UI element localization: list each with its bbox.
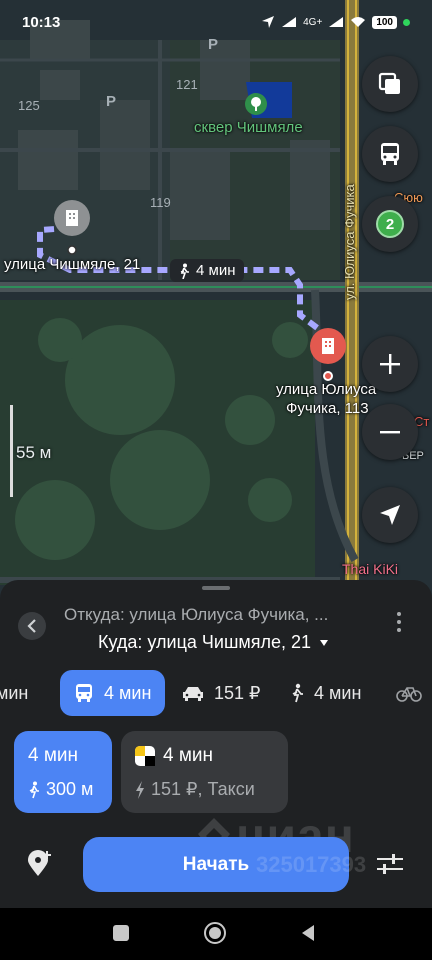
privacy-indicator	[403, 18, 410, 26]
taxi-time: 4 мин	[163, 745, 214, 766]
more-options-button[interactable]	[396, 612, 402, 632]
bike-icon	[396, 687, 422, 702]
walk-distance: 300 м	[46, 779, 94, 799]
status-bar: 10:13 4G+ 100	[0, 0, 432, 44]
building-number: 121	[176, 77, 198, 92]
wifi-icon	[351, 17, 366, 27]
route-time: 4 мин	[28, 745, 79, 766]
parking-label: P	[106, 93, 117, 110]
building-number: 125	[18, 98, 40, 113]
back-icon[interactable]	[298, 923, 318, 943]
signal-icon	[282, 17, 297, 27]
network-type: 4G+	[303, 16, 323, 28]
taxi-icon	[183, 687, 203, 701]
zoom-in-button[interactable]	[362, 336, 418, 392]
route-from[interactable]: Откуда: улица Юлиуса Фучика, ...	[64, 605, 328, 625]
sliders-icon	[377, 854, 403, 874]
location-arrow-icon	[262, 16, 275, 28]
tab-walk[interactable]: 4 мин	[290, 670, 361, 716]
route-option-transit[interactable]: 4 мин 300 м	[14, 731, 112, 813]
tab-label: 151 ₽	[214, 682, 261, 703]
route-option-taxi[interactable]: 4 мин 151 ₽, Такси	[121, 731, 288, 813]
start-label: Начать	[182, 853, 250, 875]
watermark-number: 325017393	[256, 852, 367, 877]
system-nav-bar	[0, 908, 432, 960]
tab-label: 4 мин	[314, 682, 362, 703]
yandex-taxi-icon	[135, 746, 155, 766]
route-settings-button[interactable]	[376, 852, 404, 881]
tab-transit[interactable]: 4 мин	[60, 670, 166, 716]
tab-label: 4 мин	[104, 682, 152, 703]
destination-label: улица Юлиуса	[276, 381, 377, 398]
walk-icon	[292, 683, 303, 703]
status-time: 10:13	[22, 13, 61, 31]
walk-icon	[180, 263, 189, 279]
home-icon[interactable]	[203, 921, 227, 945]
park-label: сквер Чишмяле	[194, 119, 303, 136]
transport-mode-tabs: мин 4 мин 151 ₽ 4 мин	[0, 670, 432, 718]
minus-icon	[380, 431, 400, 434]
bus-stop-badge-button[interactable]: 2	[362, 196, 418, 252]
map-view[interactable]: 125 121 119 P P сквер Чишмяле ул. Юлиуса…	[0, 0, 432, 600]
route-to[interactable]: Куда: улица Чишмяле, 21	[98, 632, 329, 653]
poi-thai-kiki[interactable]: Thai KiKi	[342, 561, 398, 577]
route-to-label: Куда: улица Чишмяле, 21	[98, 632, 312, 652]
pin-plus-icon	[28, 850, 51, 876]
stop-badge-count: 2	[385, 215, 395, 233]
scale-label: 55 м	[16, 443, 52, 462]
signal-icon	[329, 17, 344, 27]
recent-apps-icon[interactable]	[111, 923, 131, 943]
bus-icon	[381, 143, 399, 165]
route-panel: Откуда: улица Юлиуса Фучика, ... Куда: у…	[0, 580, 432, 908]
street-label: ул. Юлиуса Фучика	[342, 184, 357, 300]
taxi-price: 151 ₽, Такси	[151, 779, 255, 799]
caret-down-icon	[320, 639, 329, 646]
walk-time-chip: 4 мин	[170, 259, 244, 282]
tab-label: мин	[0, 682, 29, 703]
lightning-icon	[136, 780, 144, 799]
layers-button[interactable]	[362, 56, 418, 112]
sheet-grabber[interactable]	[202, 586, 230, 590]
my-location-button[interactable]	[362, 487, 418, 543]
scale-bar	[10, 405, 13, 497]
chevron-left-icon	[27, 619, 36, 633]
add-waypoint-button[interactable]	[26, 850, 54, 883]
tab-car[interactable]: 151 ₽	[182, 670, 261, 716]
park-icon	[245, 93, 267, 115]
origin-label: улица Чишмяле, 21	[4, 256, 141, 273]
walk-time: 4 мин	[196, 262, 236, 279]
layers-icon	[378, 72, 400, 94]
tab-bike[interactable]	[396, 670, 422, 716]
tab-partial[interactable]: мин	[0, 670, 28, 716]
walk-icon	[29, 781, 39, 798]
zoom-out-button[interactable]	[362, 404, 418, 460]
bus-icon	[76, 684, 92, 702]
battery-level: 100	[372, 15, 397, 29]
building-icon	[322, 338, 334, 354]
plus-icon	[380, 354, 400, 374]
transit-button[interactable]	[362, 126, 418, 182]
destination-label: Фучика, 113	[286, 400, 369, 417]
building-number: 119	[150, 195, 171, 210]
navigation-arrow-icon	[380, 505, 400, 525]
building-icon	[66, 210, 78, 226]
back-button[interactable]	[18, 612, 46, 640]
